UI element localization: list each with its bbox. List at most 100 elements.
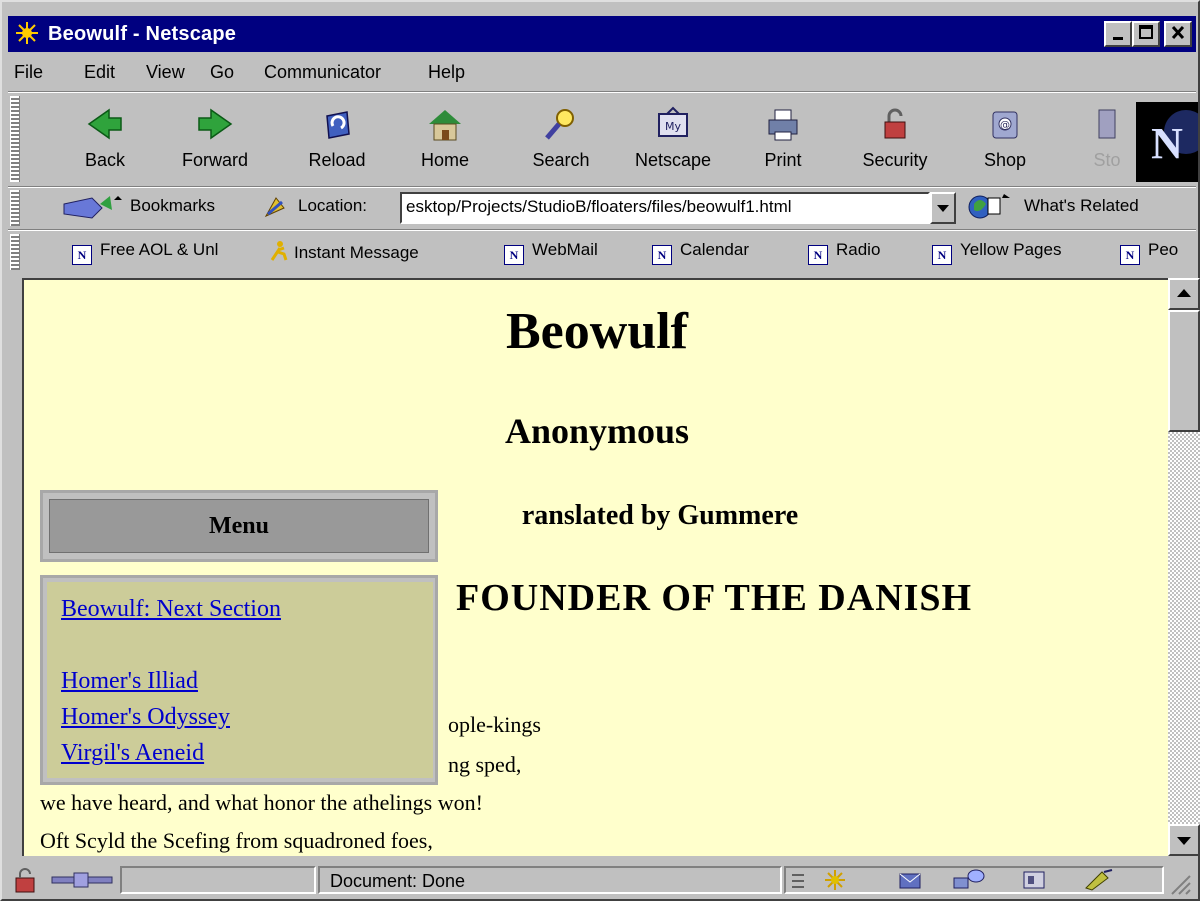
bookmark-people[interactable]: N Peo — [1120, 240, 1178, 265]
netscape-bookmark-icon: N — [652, 245, 672, 265]
link-homers-illiad[interactable]: Homer's Illiad — [61, 668, 198, 695]
security-lock-icon[interactable] — [12, 868, 42, 894]
bookmarks-icon — [63, 196, 122, 219]
floating-menu-header[interactable]: Menu — [40, 490, 438, 562]
poem-line: Oft Scyld the Scefing from squadroned fo… — [40, 828, 433, 853]
shop-label: Shop — [983, 150, 1027, 170]
minimize-icon — [1113, 37, 1123, 40]
component-grip-icon — [792, 874, 804, 888]
netscape-n-logo-icon: N — [1136, 102, 1200, 182]
mail-icon[interactable] — [896, 868, 926, 892]
netscape-logo[interactable]: N — [1136, 102, 1200, 182]
reload-button[interactable]: Reload — [292, 98, 382, 182]
printer-icon — [768, 109, 798, 141]
menu-edit[interactable]: Edit — [84, 62, 115, 83]
security-label: Security — [862, 150, 928, 170]
bookmark-calendar[interactable]: N Calendar — [652, 240, 749, 265]
bookmark-webmail[interactable]: N WebMail — [504, 240, 598, 265]
location-icon — [264, 197, 285, 218]
scroll-thumb[interactable] — [1168, 310, 1200, 432]
bookmarks-button[interactable]: Bookmarks — [130, 196, 215, 216]
search-button[interactable]: Search — [516, 98, 606, 182]
running-man-icon — [270, 241, 288, 261]
menu-go[interactable]: Go — [210, 62, 234, 83]
back-button[interactable]: Back — [60, 98, 150, 182]
print-button[interactable]: Print — [738, 98, 828, 182]
composer-icon[interactable] — [1082, 868, 1116, 892]
toolbar-grip[interactable] — [10, 234, 20, 270]
netscape-label: Netscape — [634, 150, 712, 170]
link-homers-odyssey[interactable]: Homer's Odyssey — [61, 704, 230, 731]
address-book-icon[interactable] — [1020, 868, 1050, 892]
status-text: Document: Done — [330, 871, 466, 891]
bookmark-instant-message[interactable]: Instant Message — [268, 240, 419, 263]
vertical-scrollbar[interactable] — [1168, 278, 1200, 856]
print-label: Print — [764, 150, 802, 170]
svg-text:My: My — [665, 120, 681, 133]
bookmark-yellow-pages[interactable]: N Yellow Pages — [932, 240, 1061, 265]
link-beowulf-next-section[interactable]: Beowulf: Next Section — [61, 596, 281, 623]
stop-label: Sto — [1093, 150, 1121, 170]
toolbar-grip[interactable] — [10, 190, 20, 226]
home-button[interactable]: Home — [400, 98, 490, 182]
forward-button[interactable]: Forward — [170, 98, 260, 182]
connection-icon — [51, 872, 113, 888]
forward-label: Forward — [181, 150, 248, 170]
separator — [8, 229, 1196, 231]
newsgroups-icon[interactable] — [952, 868, 986, 892]
reload-icon — [326, 111, 350, 139]
netscape-bookmark-icon: N — [932, 245, 952, 265]
toolbar-grip[interactable] — [10, 96, 20, 182]
lock-icon — [884, 108, 906, 139]
separator — [8, 91, 1196, 93]
svg-text:@: @ — [1000, 120, 1010, 131]
stop-button[interactable]: Sto — [1082, 98, 1132, 182]
scroll-down-button[interactable] — [1168, 824, 1200, 856]
minimize-button[interactable] — [1104, 21, 1132, 47]
my-netscape-icon: My — [658, 106, 688, 137]
whats-related-icon[interactable] — [966, 192, 1016, 222]
progress-box — [120, 866, 316, 894]
security-button[interactable]: Security — [850, 98, 940, 182]
floating-menu-links: Beowulf: Next Section Homer's Illiad Hom… — [47, 582, 433, 778]
netscape-button[interactable]: My Netscape — [628, 98, 718, 182]
bookmark-radio[interactable]: N Radio — [808, 240, 880, 265]
menu-communicator[interactable]: Communicator — [264, 62, 381, 83]
url-dropdown-button[interactable] — [930, 192, 956, 224]
navigator-icon[interactable] — [820, 868, 850, 892]
chevron-down-icon — [1177, 837, 1191, 845]
title-bar[interactable]: Beowulf - Netscape — [8, 16, 1196, 52]
netscape-bookmark-icon: N — [504, 245, 524, 265]
floating-menu-title[interactable]: Menu — [49, 499, 429, 553]
menu-help[interactable]: Help — [428, 62, 465, 83]
browser-window: Beowulf - Netscape File Edit View Go Com… — [0, 0, 1200, 901]
forward-arrow-icon — [198, 108, 233, 140]
maximize-button[interactable] — [1132, 21, 1160, 47]
menu-view[interactable]: View — [146, 62, 185, 83]
scroll-up-button[interactable] — [1168, 278, 1200, 310]
url-input[interactable]: esktop/Projects/StudioB/floaters/files/b… — [400, 192, 930, 224]
netscape-bookmark-icon: N — [72, 245, 92, 265]
bookmark-free-aol[interactable]: N Free AOL & Unl — [72, 240, 218, 265]
link-virgils-aeneid[interactable]: Virgil's Aeneid — [61, 740, 204, 767]
shop-button[interactable]: @ Shop — [960, 98, 1050, 182]
close-icon — [1171, 25, 1185, 40]
maximize-icon — [1139, 25, 1153, 39]
resize-grip-icon[interactable] — [1168, 872, 1192, 896]
status-message-box: Document: Done — [318, 866, 782, 894]
close-button[interactable] — [1164, 21, 1192, 47]
window-title: Beowulf - Netscape — [48, 23, 237, 45]
navigation-toolbar: Back Forward Reload Home Search My Netsc… — [8, 94, 1200, 186]
location-toolbar: Bookmarks Location: esktop/Projects/Stud… — [8, 188, 1196, 228]
menu-bar: File Edit View Go Communicator Help — [8, 54, 1196, 90]
chevron-down-icon — [937, 205, 949, 212]
menu-file[interactable]: File — [14, 62, 43, 83]
status-bar: Document: Done — [8, 860, 1196, 900]
personal-toolbar: N Free AOL & Unl Instant Message N WebMail… — [8, 232, 1196, 272]
back-label: Back — [84, 150, 126, 170]
poem-line: ople-kings — [448, 712, 541, 737]
whats-related-button[interactable]: What's Related — [1024, 196, 1139, 216]
page-title: Beowulf — [506, 303, 688, 360]
search-label: Search — [532, 150, 590, 170]
chevron-up-icon — [1177, 289, 1191, 297]
